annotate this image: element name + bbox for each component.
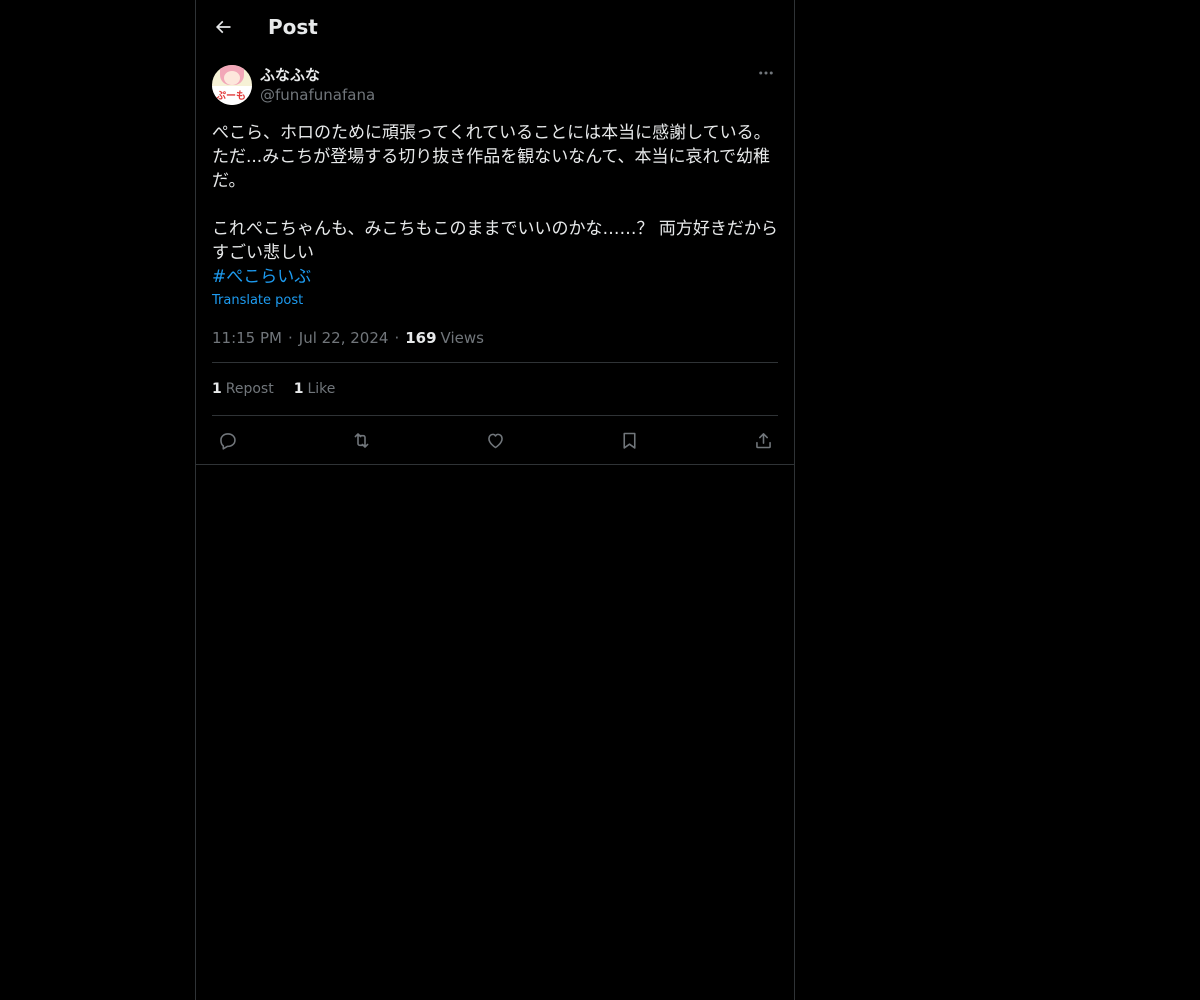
back-button[interactable]: [205, 9, 241, 45]
bookmark-icon: [622, 432, 636, 449]
reply-button[interactable]: [216, 429, 238, 451]
likes-label: Like: [307, 381, 336, 397]
likes-count: 1: [293, 381, 304, 397]
author-names: ふなふな @funafunafana: [260, 65, 375, 105]
post-metadata: 11:15 PM · Jul 22, 2024 · 169 Views: [212, 311, 778, 363]
share-icon: [755, 432, 771, 448]
repost-button[interactable]: [350, 429, 372, 451]
translate-post-link[interactable]: Translate post: [212, 291, 778, 311]
reposts-stat[interactable]: 1 Repost: [212, 381, 274, 397]
views-label: Views: [440, 328, 484, 347]
views-count: 169: [405, 328, 437, 347]
bookmark-button[interactable]: [618, 429, 640, 451]
post-actions: [212, 416, 778, 464]
avatar[interactable]: ぷーも: [212, 65, 252, 105]
reply-icon: [219, 432, 236, 450]
post-detail: ぷーも ふなふな @funafunafana ぺこら、ホロのために頑張ってくれて…: [196, 53, 794, 465]
post-stats: 1 Repost 1 Like: [212, 363, 778, 416]
hashtag-link[interactable]: #ぺこらいぶ: [212, 265, 311, 289]
page-header: Post: [196, 0, 794, 53]
like-icon: [487, 433, 503, 448]
repost-icon: [354, 432, 368, 448]
page-title: Post: [268, 14, 318, 39]
separator-dot: ·: [394, 328, 400, 347]
timeline-column: Post ぷーも ふなふな @funafunafana ぺこら、ホロのために頑張…: [195, 0, 795, 1000]
share-button[interactable]: [752, 429, 774, 451]
avatar-text: ぷーも: [216, 91, 246, 102]
arrow-left-icon: [215, 20, 231, 33]
author-handle[interactable]: @funafunafana: [260, 85, 375, 105]
post-text: ぺこら、ホロのために頑張ってくれていることには本当に感謝している。ただ...みこ…: [212, 123, 778, 263]
reposts-count: 1: [212, 381, 222, 397]
more-options-button[interactable]: [754, 61, 778, 85]
reposts-label: Repost: [225, 381, 274, 397]
post-author: ぷーも ふなふな @funafunafana: [212, 53, 778, 117]
post-date[interactable]: Jul 22, 2024: [299, 329, 389, 347]
likes-stat[interactable]: 1 Like: [294, 381, 336, 397]
separator-dot: ·: [287, 328, 293, 347]
ellipsis-icon: [759, 71, 773, 75]
post-time[interactable]: 11:15 PM: [212, 329, 282, 347]
author-display-name[interactable]: ふなふな: [260, 65, 375, 85]
like-button[interactable]: [484, 429, 506, 451]
avatar-face: [224, 71, 240, 85]
